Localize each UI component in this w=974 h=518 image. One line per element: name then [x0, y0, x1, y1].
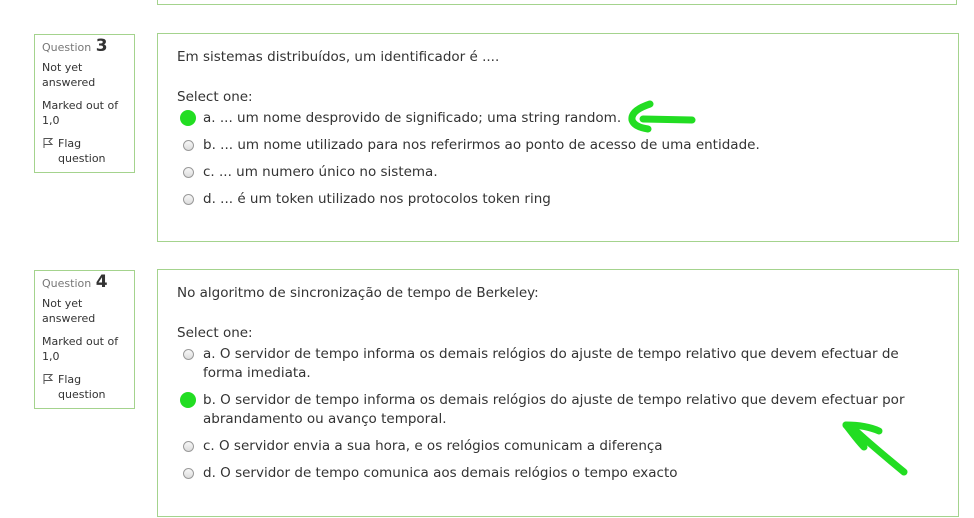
option-letter: d. [203, 465, 216, 481]
flag-question-link[interactable]: Flag question [42, 372, 128, 402]
answer-option-d[interactable]: d. ... é um token utilizado nos protocol… [177, 190, 939, 209]
option-letter: c. [203, 164, 215, 180]
flag-question-label[interactable]: Flag question [58, 136, 128, 166]
question-text: Em sistemas distribuídos, um identificad… [177, 49, 500, 65]
question-number: Question 3 [42, 36, 108, 56]
option-text: ... um nome utilizado para nos referirmo… [220, 137, 760, 153]
option-letter: c. [203, 438, 215, 454]
answer-option-a[interactable]: a. ... um nome desprovido de significado… [177, 109, 939, 128]
option-letter: a. [203, 346, 216, 362]
radio-button[interactable] [183, 140, 194, 151]
question-grade: Marked out of 1,0 [42, 335, 119, 363]
quiz-page: Question 3 Not yet answered Marked out o… [0, 0, 974, 518]
option-text: ... um nome desprovido de significado; u… [219, 110, 622, 126]
option-letter: d. [203, 191, 216, 207]
select-one-prompt: Select one: [177, 325, 253, 341]
question-grade: Marked out of 1,0 [42, 99, 119, 127]
select-one-prompt: Select one: [177, 89, 253, 105]
option-text: O servidor envia a sua hora, e os relógi… [219, 438, 663, 454]
answer-option-d[interactable]: d. O servidor de tempo comunica aos dema… [177, 464, 939, 483]
option-letter: b. [203, 137, 216, 153]
question-info-3: Question 3 Not yet answered Marked out o… [34, 34, 135, 173]
answer-options: a. ... um nome desprovido de significado… [177, 109, 939, 209]
option-text: O servidor de tempo informa os demais re… [203, 346, 899, 381]
question-text: No algoritmo de sincronização de tempo d… [177, 285, 539, 301]
radio-button[interactable] [183, 468, 194, 479]
option-text: ... é um token utilizado nos protocolos … [220, 191, 551, 207]
option-text: O servidor de tempo comunica aos demais … [220, 465, 678, 481]
radio-button-marked[interactable] [180, 110, 196, 126]
answer-option-c[interactable]: c. ... um numero único no sistema. [177, 163, 939, 182]
radio-button[interactable] [183, 441, 194, 452]
radio-button[interactable] [183, 167, 194, 178]
option-letter: b. [203, 392, 216, 408]
answer-option-a[interactable]: a. O servidor de tempo informa os demais… [177, 345, 939, 383]
question-number: Question 4 [42, 272, 108, 292]
flag-question-label[interactable]: Flag question [58, 372, 128, 402]
radio-button[interactable] [183, 194, 194, 205]
previous-question-content [157, 0, 957, 5]
flag-icon [42, 373, 54, 385]
question-state: Not yet answered [42, 61, 96, 89]
radio-button-marked[interactable] [180, 392, 196, 408]
option-text: ... um numero único no sistema. [219, 164, 438, 180]
question-content-3: Em sistemas distribuídos, um identificad… [157, 33, 959, 242]
answer-option-b[interactable]: b. O servidor de tempo informa os demais… [177, 391, 939, 429]
question-content-4: No algoritmo de sincronização de tempo d… [157, 269, 959, 517]
answer-option-b[interactable]: b. ... um nome utilizado para nos referi… [177, 136, 939, 155]
radio-button[interactable] [183, 349, 194, 360]
question-info-4: Question 4 Not yet answered Marked out o… [34, 270, 135, 409]
option-letter: a. [203, 110, 216, 126]
answer-option-c[interactable]: c. O servidor envia a sua hora, e os rel… [177, 437, 939, 456]
option-text: O servidor de tempo informa os demais re… [203, 392, 905, 427]
flag-question-link[interactable]: Flag question [42, 136, 128, 166]
question-state: Not yet answered [42, 297, 96, 325]
flag-icon [42, 137, 54, 149]
answer-options: a. O servidor de tempo informa os demais… [177, 345, 939, 483]
